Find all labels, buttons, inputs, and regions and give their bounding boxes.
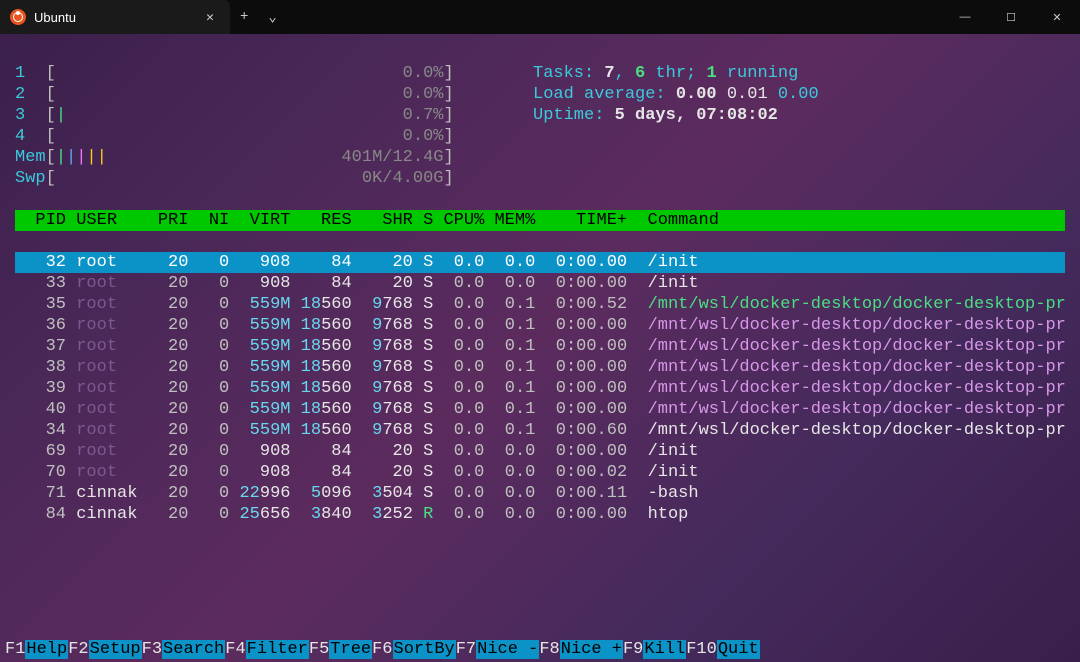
uptime: Uptime: 5 days, 07:08:02 xyxy=(533,105,819,126)
process-row[interactable]: 70 root 20 0 908 84 20 S 0.0 0.0 0:00.02… xyxy=(15,462,1065,483)
process-row[interactable]: 34 root 20 0 559M 18560 9768 S 0.0 0.1 0… xyxy=(15,420,1065,441)
load-average: Load average: 0.00 0.01 0.00 xyxy=(533,84,819,105)
function-key-bar: F1Help F2Setup F3SearchF4FilterF5Tree F6… xyxy=(0,640,1080,662)
process-header[interactable]: PID USER PRI NI VIRT RES SHR S CPU% MEM%… xyxy=(15,210,1065,231)
tab-dropdown-button[interactable]: ⌄ xyxy=(258,9,286,26)
terminal-content[interactable]: 1 [ 0.0%]2 [ 0.0%]3 [| 0.7%]4 [ 0.0%]Mem… xyxy=(0,34,1080,546)
window-controls: — ☐ ✕ xyxy=(942,0,1080,34)
cpu-bar-1: 1 [ 0.0%] xyxy=(15,63,503,84)
process-list[interactable]: 32 root 20 0 908 84 20 S 0.0 0.0 0:00.00… xyxy=(15,252,1065,525)
cpu-bar-2: 2 [ 0.0%] xyxy=(15,84,503,105)
tasks-summary: Tasks: 7, 6 thr; 1 running xyxy=(533,63,819,84)
fkey-F4[interactable]: F4Filter xyxy=(225,640,309,662)
fkey-F1[interactable]: F1Help xyxy=(5,640,68,662)
process-row[interactable]: 39 root 20 0 559M 18560 9768 S 0.0 0.1 0… xyxy=(15,378,1065,399)
terminal-tab[interactable]: Ubuntu ✕ xyxy=(0,0,230,34)
process-row[interactable]: 35 root 20 0 559M 18560 9768 S 0.0 0.1 0… xyxy=(15,294,1065,315)
process-row[interactable]: 36 root 20 0 559M 18560 9768 S 0.0 0.1 0… xyxy=(15,315,1065,336)
minimize-button[interactable]: — xyxy=(942,0,988,34)
process-row[interactable]: 38 root 20 0 559M 18560 9768 S 0.0 0.1 0… xyxy=(15,357,1065,378)
fkey-F2[interactable]: F2Setup xyxy=(68,640,141,662)
process-row[interactable]: 32 root 20 0 908 84 20 S 0.0 0.0 0:00.00… xyxy=(15,252,1065,273)
new-tab-button[interactable]: + xyxy=(230,9,258,25)
fkey-F7[interactable]: F7Nice - xyxy=(456,640,540,662)
tab-close-button[interactable]: ✕ xyxy=(200,8,220,27)
process-row[interactable]: 69 root 20 0 908 84 20 S 0.0 0.0 0:00.00… xyxy=(15,441,1065,462)
titlebar-left: Ubuntu ✕ + ⌄ xyxy=(0,0,287,34)
cpu-bar-4: 4 [ 0.0%] xyxy=(15,126,503,147)
fkey-F8[interactable]: F8Nice + xyxy=(539,640,623,662)
swp-bar: Swp[ 0K/4.00G] xyxy=(15,168,503,189)
ubuntu-icon xyxy=(10,9,26,25)
mem-bar: Mem[||||| 401M/12.4G] xyxy=(15,147,503,168)
fkey-F3[interactable]: F3Search xyxy=(142,640,226,662)
tab-title: Ubuntu xyxy=(34,10,192,25)
process-row[interactable]: 84 cinnak 20 0 25656 3840 3252 R 0.0 0.0… xyxy=(15,504,1065,525)
window-titlebar: Ubuntu ✕ + ⌄ — ☐ ✕ xyxy=(0,0,1080,34)
cpu-bar-3: 3 [| 0.7%] xyxy=(15,105,503,126)
process-row[interactable]: 71 cinnak 20 0 22996 5096 3504 S 0.0 0.0… xyxy=(15,483,1065,504)
fkey-F6[interactable]: F6SortBy xyxy=(372,640,456,662)
process-row[interactable]: 37 root 20 0 559M 18560 9768 S 0.0 0.1 0… xyxy=(15,336,1065,357)
maximize-button[interactable]: ☐ xyxy=(988,0,1034,34)
process-row[interactable]: 33 root 20 0 908 84 20 S 0.0 0.0 0:00.00… xyxy=(15,273,1065,294)
fkey-F9[interactable]: F9Kill xyxy=(623,640,686,662)
window-close-button[interactable]: ✕ xyxy=(1034,0,1080,34)
process-row[interactable]: 40 root 20 0 559M 18560 9768 S 0.0 0.1 0… xyxy=(15,399,1065,420)
fkey-F5[interactable]: F5Tree xyxy=(309,640,372,662)
fkey-F10[interactable]: F10Quit xyxy=(686,640,759,662)
